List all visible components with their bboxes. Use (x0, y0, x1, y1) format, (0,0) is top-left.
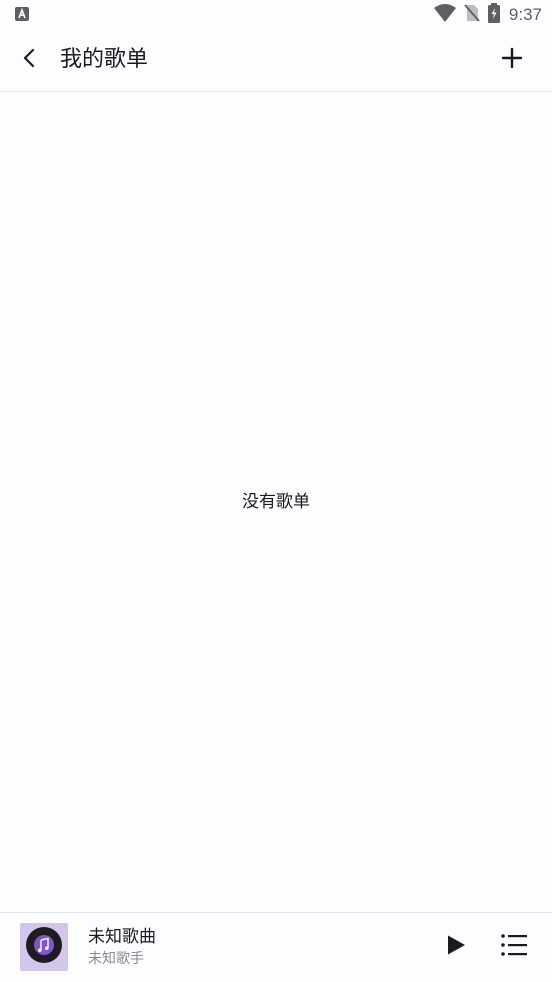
mini-player[interactable]: 未知歌曲 未知歌手 (0, 912, 552, 982)
music-note-icon (25, 926, 63, 968)
battery-charging-icon (487, 3, 501, 27)
song-title: 未知歌曲 (88, 927, 156, 947)
wifi-icon (433, 3, 457, 27)
status-icons: 9:37 (433, 3, 542, 27)
song-artist: 未知歌手 (88, 951, 144, 967)
playlist-queue-button[interactable] (494, 927, 534, 967)
back-button[interactable] (10, 40, 50, 80)
no-sim-icon (463, 3, 481, 27)
play-icon (445, 934, 467, 960)
status-bar: 9:37 (0, 0, 552, 30)
album-art[interactable] (20, 923, 68, 971)
plus-icon (501, 47, 523, 73)
page-title: 我的歌单 (60, 47, 149, 72)
chevron-left-icon (19, 47, 41, 73)
add-playlist-button[interactable] (492, 40, 532, 80)
status-time: 9:37 (508, 5, 542, 24)
app-bar: 我的歌单 (0, 30, 552, 92)
keyboard-a-icon (14, 6, 30, 22)
play-button[interactable] (436, 927, 476, 967)
empty-playlist-message: 没有歌单 (242, 492, 310, 512)
playlist-icon (500, 933, 528, 961)
